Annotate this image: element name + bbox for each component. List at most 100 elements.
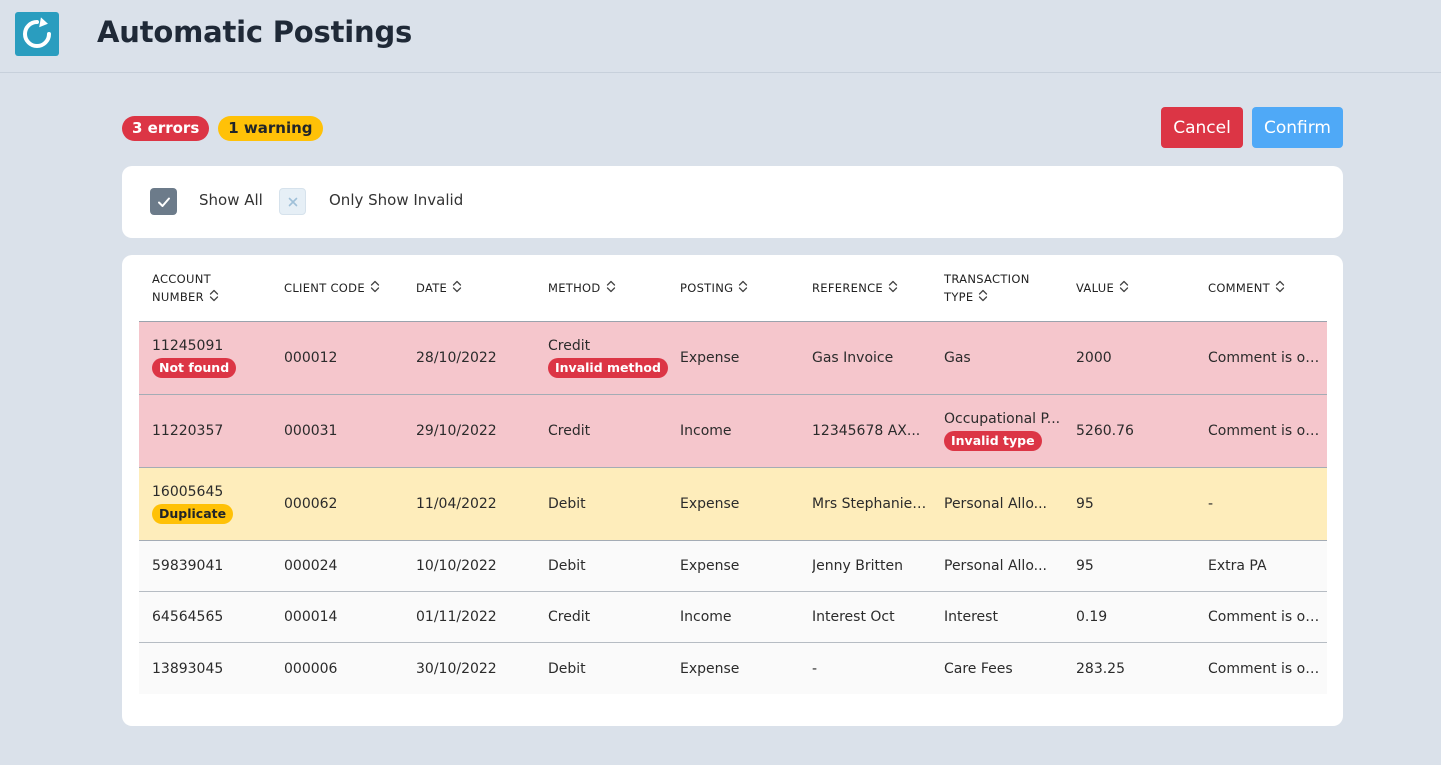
confirm-button[interactable]: Confirm — [1252, 107, 1343, 148]
table-row[interactable]: 59839041 000024 10/10/2022 Debit Expense Jenn… — [139, 541, 1327, 592]
cell-text: 283.25 — [1076, 660, 1125, 677]
refresh-logo-icon[interactable] — [15, 12, 59, 56]
table-row[interactable]: 11220357 000031 29/10/2022 Credit Income 1234… — [139, 395, 1327, 468]
top-bar: Automatic Postings — [0, 0, 1441, 73]
only-show-invalid-checkbox[interactable] — [279, 188, 306, 215]
sort-icon[interactable] — [888, 280, 898, 298]
column-header-posting[interactable]: POSTING — [680, 255, 748, 322]
sort-icon[interactable] — [452, 280, 462, 298]
table-cell-transaction-type: Gas — [944, 322, 971, 394]
sort-icon[interactable] — [1119, 280, 1129, 298]
cell-text: 29/10/2022 — [416, 423, 497, 439]
table-cell-reference: Gas Invoice — [812, 322, 893, 394]
column-header-label: CLIENT CODE — [284, 281, 365, 296]
table-cell-posting: Income — [680, 592, 732, 642]
table-cell-date: 11/04/2022 — [416, 468, 497, 540]
table-cell-comment: - — [1208, 468, 1213, 540]
table-cell-posting: Expense — [680, 322, 739, 394]
only-show-invalid-label[interactable]: Only Show Invalid — [329, 191, 463, 209]
table-cell-value: 283.25 — [1076, 643, 1125, 694]
column-header-account-number[interactable]: ACCOUNT NUMBER — [152, 255, 219, 322]
column-header-label: VALUE — [1076, 281, 1115, 296]
error-tag: Invalid type — [944, 431, 1042, 451]
table-header: ACCOUNT NUMBER CLIENT CODE DATE METHOD POSTIN… — [139, 255, 1327, 322]
cell-text: - — [812, 660, 818, 677]
cell-text: 2000 — [1076, 350, 1112, 366]
column-header-method[interactable]: METHOD — [548, 255, 616, 322]
filter-panel: Show All Only Show Invalid — [122, 166, 1343, 238]
cell-text: 0.19 — [1076, 609, 1108, 625]
column-header-label: REFERENCE — [812, 281, 883, 296]
show-all-checkbox[interactable] — [150, 188, 177, 215]
table-cell-account-number: 11245091 Not found — [152, 322, 237, 394]
table-cell-value: 5260.76 — [1076, 395, 1134, 467]
column-header-reference[interactable]: REFERENCE — [812, 255, 898, 322]
cell-text: Income — [680, 609, 732, 625]
table-cell-method: Debit — [548, 468, 586, 540]
cell-text: Credit — [548, 609, 591, 625]
cell-text: 64564565 — [152, 609, 224, 625]
cell-text: Extra PA — [1208, 558, 1267, 574]
cell-text: 95 — [1076, 496, 1094, 512]
table-row[interactable]: 13893045 000006 30/10/2022 Debit Expense - Car… — [139, 643, 1327, 694]
cell-text: Mrs Stephanie ... — [812, 496, 930, 512]
sort-icon[interactable] — [209, 289, 219, 307]
table-cell-comment: Comment is op... — [1208, 322, 1326, 394]
error-tag: Invalid method — [548, 358, 668, 378]
table-cell-comment: Extra PA — [1208, 541, 1267, 591]
cell-text: Comment is op... — [1208, 660, 1326, 677]
sort-icon[interactable] — [606, 280, 616, 298]
table-cell-method: Debit — [548, 643, 586, 694]
column-header-client-code[interactable]: CLIENT CODE — [284, 255, 380, 322]
column-header-transaction-type[interactable]: TRANSACTION TYPE — [944, 255, 1030, 322]
cell-text: - — [1208, 496, 1214, 512]
cell-text: Expense — [680, 660, 740, 677]
column-header-label: ACCOUNT — [152, 272, 211, 287]
cell-text: Comment is op... — [1208, 350, 1326, 366]
cell-text: Debit — [548, 660, 586, 677]
cell-text: Gas — [944, 350, 971, 366]
error-count-badge: 3 errors — [122, 116, 210, 141]
table-row[interactable]: 11245091 Not found 000012 28/10/2022 Credit I… — [139, 322, 1327, 395]
sort-icon[interactable] — [370, 280, 380, 298]
page-title: Automatic Postings — [97, 15, 413, 49]
table-row[interactable]: 16005645 Duplicate 000062 11/04/2022 Debit Ex… — [139, 468, 1327, 541]
cell-text: Occupational P... — [944, 411, 1061, 427]
table-row[interactable]: 64564565 000014 01/11/2022 Credit Income Inte… — [139, 592, 1327, 643]
cell-text: 10/10/2022 — [416, 558, 497, 574]
column-header-date[interactable]: DATE — [416, 255, 462, 322]
column-header-label: POSTING — [680, 281, 734, 296]
cell-text: Comment is op... — [1208, 423, 1326, 439]
column-header-comment[interactable]: COMMENT — [1208, 255, 1285, 322]
column-header-label: DATE — [416, 281, 448, 296]
cell-text: Expense — [680, 496, 740, 512]
cell-text: 30/10/2022 — [416, 660, 497, 677]
cell-text: Comment is op... — [1208, 609, 1326, 625]
cell-text: Income — [680, 423, 732, 439]
table-cell-account-number: 16005645 Duplicate — [152, 468, 234, 540]
sort-icon[interactable] — [1275, 280, 1285, 298]
cell-text: Jenny Britten — [812, 558, 903, 574]
postings-table: ACCOUNT NUMBER CLIENT CODE DATE METHOD POSTIN… — [122, 255, 1343, 726]
table-cell-reference: 12345678 AX... — [812, 395, 920, 467]
cell-text: 11220357 — [152, 423, 224, 439]
cell-text: 95 — [1076, 558, 1094, 574]
cell-text: Debit — [548, 558, 586, 574]
cell-text: Expense — [680, 350, 740, 366]
cell-text: 12345678 AX... — [812, 423, 921, 439]
sort-icon[interactable] — [978, 289, 988, 307]
table-cell-date: 29/10/2022 — [416, 395, 497, 467]
cell-text: Gas Invoice — [812, 350, 894, 366]
table-cell-date: 10/10/2022 — [416, 541, 497, 591]
column-header-value[interactable]: VALUE — [1076, 255, 1129, 322]
cell-text: 59839041 — [152, 558, 224, 574]
cell-text: 28/10/2022 — [416, 350, 497, 366]
cancel-button[interactable]: Cancel — [1161, 107, 1243, 148]
show-all-label[interactable]: Show All — [199, 191, 263, 209]
column-header-label: NUMBER — [152, 290, 204, 305]
table-cell-client-code: 000006 — [284, 643, 337, 694]
sort-icon[interactable] — [738, 280, 748, 298]
cell-text: 000006 — [284, 660, 338, 677]
table-cell-transaction-type: Care Fees — [944, 643, 1013, 694]
table-cell-comment: Comment is op... — [1208, 395, 1326, 467]
